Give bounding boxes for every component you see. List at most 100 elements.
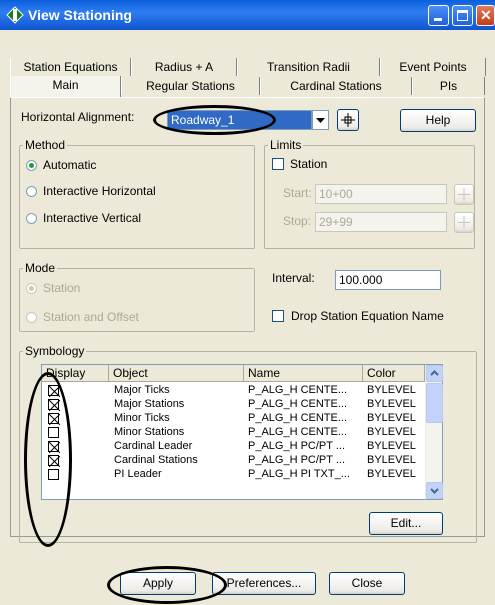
cell-color: BYLEVEL [367, 412, 416, 424]
apply-button[interactable]: Apply [120, 572, 196, 595]
symbology-group-title: Symbology [23, 344, 87, 358]
help-button[interactable]: Help [400, 109, 476, 132]
app-icon [6, 6, 24, 27]
tab-cardinal-stations[interactable]: Cardinal Stations [260, 77, 412, 95]
display-checkbox[interactable] [48, 469, 59, 480]
scroll-thumb[interactable] [426, 383, 443, 423]
x-mark-icon [49, 400, 60, 411]
interval-field[interactable]: 100.000 [335, 270, 441, 290]
pick-start-button[interactable] [454, 184, 474, 205]
drop-station-equation-checkbox[interactable] [272, 310, 284, 322]
close-icon: ✕ [480, 7, 492, 23]
table-row[interactable]: PI Leader P_ALG_H PI TXT_... BYLEVEL [42, 468, 425, 481]
close-window-button[interactable]: ✕ [476, 5, 495, 26]
symbology-list-header: Display Object Name Color [42, 365, 425, 382]
cell-color: BYLEVEL [367, 440, 416, 452]
cell-object: Minor Stations [114, 426, 185, 438]
cell-object: Major Ticks [114, 384, 170, 396]
method-automatic-radio[interactable] [26, 160, 37, 171]
cell-name: P_ALG_H CENTE... [248, 412, 348, 424]
symbology-scrollbar[interactable] [425, 365, 443, 499]
cell-name: P_ALG_H CENTE... [248, 384, 348, 396]
start-label: Start: [283, 186, 312, 200]
alignment-dropdown-arrow[interactable] [312, 110, 329, 130]
pick-stop-button[interactable] [454, 212, 474, 233]
col-object[interactable]: Object [109, 365, 244, 381]
start-station-field[interactable]: 10+00 [315, 184, 447, 204]
stop-station-field[interactable]: 29+99 [315, 212, 447, 232]
display-checkbox[interactable] [48, 413, 60, 425]
cell-color: BYLEVEL [367, 468, 416, 480]
window-title: View Stationing [28, 7, 132, 23]
scroll-up-button[interactable] [426, 365, 443, 382]
alignment-value: Roadway_1 [171, 113, 235, 127]
tab-event-points[interactable]: Event Points [380, 58, 486, 76]
cell-name: P_ALG_H PC/PT ... [248, 440, 346, 452]
stop-label: Stop: [283, 214, 312, 228]
tab-station-equations[interactable]: Station Equations [10, 58, 131, 76]
display-checkbox[interactable] [48, 427, 59, 438]
tab-transition-radii[interactable]: Transition Radii [237, 58, 380, 76]
scroll-down-button[interactable] [426, 482, 443, 499]
tab-main[interactable]: Main [10, 76, 121, 98]
tab-radius-a[interactable]: Radius + A [131, 58, 237, 76]
mode-station-label: Station [43, 281, 81, 295]
tab-strip: Station Equations Radius + A Transition … [0, 30, 495, 100]
crosshair-icon [458, 216, 470, 229]
title-bar[interactable]: View Stationing ✕ [0, 0, 495, 30]
table-row[interactable]: Major Ticks P_ALG_H CENTE... BYLEVEL [42, 384, 425, 397]
limits-station-label: Station [290, 157, 328, 171]
method-interactive-vertical-label: Interactive Vertical [43, 211, 142, 225]
symbology-list[interactable]: Display Object Name Color Major Ticks P_A… [41, 364, 443, 500]
method-group-title: Method [23, 138, 68, 152]
mode-station-offset-radio[interactable] [26, 312, 37, 323]
method-interactive-vertical-radio[interactable] [26, 213, 37, 224]
cell-color: BYLEVEL [367, 384, 416, 396]
pick-alignment-button[interactable] [337, 109, 359, 131]
edit-button[interactable]: Edit... [369, 512, 443, 535]
display-checkbox[interactable] [48, 399, 60, 411]
method-interactive-horizontal-label: Interactive Horizontal [43, 184, 156, 198]
method-automatic-label: Automatic [43, 158, 97, 172]
crosshair-icon [341, 113, 355, 127]
table-row[interactable]: Cardinal Stations P_ALG_H PC/PT ... BYLEVE… [42, 454, 425, 467]
mode-group-title: Mode [23, 261, 58, 275]
minimize-icon [434, 18, 442, 21]
crosshair-icon [458, 188, 470, 201]
chevron-down-icon [316, 118, 325, 123]
col-display[interactable]: Display [42, 365, 109, 381]
horizontal-alignment-label: Horizontal Alignment: [21, 110, 135, 124]
x-mark-icon [49, 414, 60, 425]
cell-object: Cardinal Leader [114, 440, 193, 452]
col-color[interactable]: Color [363, 365, 425, 381]
method-interactive-horizontal-radio[interactable] [26, 186, 37, 197]
col-name[interactable]: Name [244, 365, 363, 381]
close-button[interactable]: Close [329, 572, 405, 595]
minimize-button[interactable] [428, 5, 449, 26]
cell-object: PI Leader [114, 468, 162, 480]
maximize-icon [457, 10, 468, 21]
limits-station-checkbox[interactable] [272, 158, 284, 170]
cell-name: P_ALG_H PI TXT_... [248, 468, 350, 480]
x-mark-icon [49, 442, 60, 453]
cell-object: Minor Ticks [114, 412, 170, 424]
tab-pis[interactable]: PIs [412, 77, 485, 95]
table-row[interactable]: Major Stations P_ALG_H CENTE... BYLEVEL [42, 398, 425, 411]
maximize-button[interactable] [452, 5, 473, 26]
tab-regular-stations[interactable]: Regular Stations [121, 77, 260, 95]
mode-station-radio[interactable] [26, 283, 37, 294]
limits-group-title: Limits [268, 138, 304, 152]
chevron-up-icon [430, 370, 439, 376]
drop-station-equation-label: Drop Station Equation Name [291, 309, 444, 323]
cell-object: Cardinal Stations [114, 454, 198, 466]
table-row[interactable]: Minor Stations P_ALG_H CENTE... BYLEVEL [42, 426, 425, 439]
table-row[interactable]: Cardinal Leader P_ALG_H PC/PT ... BYLEVEL [42, 440, 425, 453]
display-checkbox[interactable] [48, 385, 60, 397]
horizontal-alignment-select[interactable]: Roadway_1 [167, 110, 312, 130]
display-checkbox[interactable] [48, 441, 60, 453]
cell-name: P_ALG_H PC/PT ... [248, 454, 346, 466]
table-row[interactable]: Minor Ticks P_ALG_H CENTE... BYLEVEL [42, 412, 425, 425]
preferences-button[interactable]: Preferences... [212, 572, 316, 595]
display-checkbox[interactable] [48, 455, 60, 467]
x-mark-icon [49, 386, 60, 397]
